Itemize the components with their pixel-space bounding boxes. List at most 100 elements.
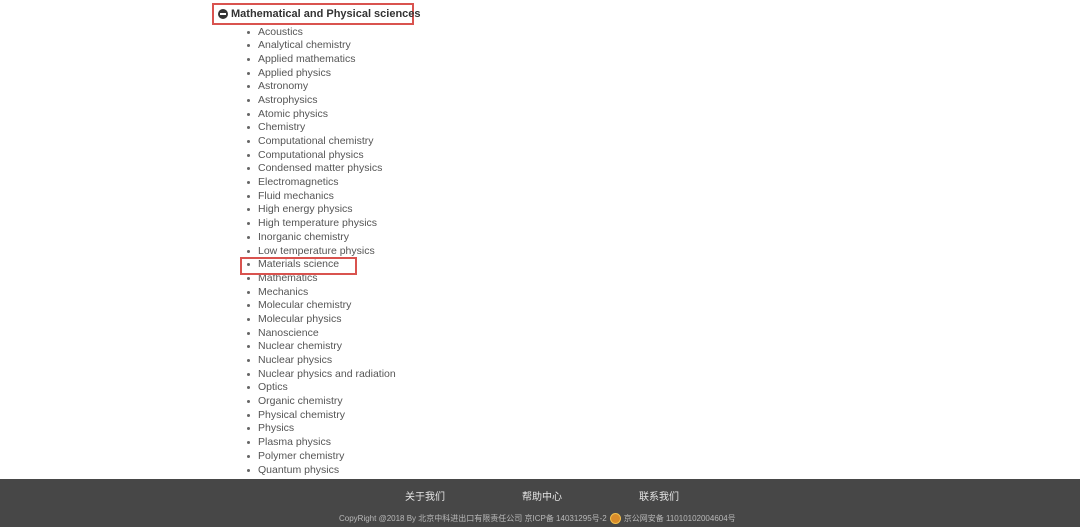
subject-label[interactable]: Electromagnetics xyxy=(258,176,339,188)
subject-label[interactable]: Fluid mechanics xyxy=(258,190,334,202)
subject-item[interactable]: Materials science xyxy=(244,258,396,272)
footer-copyright: CopyRight @2018 By 北京中科进出口有限责任公司 京ICP备 1… xyxy=(339,513,736,524)
subject-item[interactable]: Applied physics xyxy=(244,67,396,81)
subject-item[interactable]: Plasma physics xyxy=(244,436,396,450)
public-security-record-text[interactable]: 京公网安备 11010102004604号 xyxy=(624,513,736,524)
subject-label[interactable]: Physics xyxy=(258,422,294,434)
subject-label[interactable]: Astrophysics xyxy=(258,94,318,106)
subject-label[interactable]: Chemistry xyxy=(258,121,305,133)
bullet-icon xyxy=(247,112,250,116)
bullet-icon xyxy=(247,98,250,102)
bullet-icon xyxy=(247,276,250,280)
subject-label[interactable]: Applied mathematics xyxy=(258,53,355,65)
bullet-icon xyxy=(247,400,250,404)
subject-item[interactable]: Mathematics xyxy=(244,272,396,286)
subject-label[interactable]: Low temperature physics xyxy=(258,245,375,257)
subject-label[interactable]: Optics xyxy=(258,381,288,393)
police-badge-icon xyxy=(609,513,621,524)
subject-item[interactable]: Nuclear physics and radiation xyxy=(244,368,396,382)
subject-label[interactable]: Inorganic chemistry xyxy=(258,231,349,243)
subject-label[interactable]: Computational chemistry xyxy=(258,135,374,147)
footer-link-help-center[interactable]: 帮助中心 xyxy=(522,488,562,503)
subject-item[interactable]: Atomic physics xyxy=(244,108,396,122)
subject-item[interactable]: Nanoscience xyxy=(244,327,396,341)
subject-label[interactable]: Molecular physics xyxy=(258,313,341,325)
subject-item[interactable]: Applied mathematics xyxy=(244,53,396,67)
subject-label[interactable]: High temperature physics xyxy=(258,217,377,229)
bullet-icon xyxy=(247,222,250,226)
collapse-minus-icon[interactable] xyxy=(218,9,228,19)
subject-label[interactable]: Atomic physics xyxy=(258,108,328,120)
subject-item[interactable]: Mechanics xyxy=(244,286,396,300)
subject-label[interactable]: Nuclear chemistry xyxy=(258,340,342,352)
bullet-icon xyxy=(247,427,250,431)
bullet-icon xyxy=(247,359,250,362)
subject-label[interactable]: Condensed matter physics xyxy=(258,162,382,174)
subject-label[interactable]: Analytical chemistry xyxy=(258,39,351,51)
bullet-icon xyxy=(247,345,250,349)
bullet-icon xyxy=(247,263,250,267)
bullet-icon xyxy=(247,71,250,75)
subject-item[interactable]: Physics xyxy=(244,422,396,436)
subject-item[interactable]: Astronomy xyxy=(244,80,396,94)
subject-item[interactable]: Condensed matter physics xyxy=(244,162,396,176)
subject-item[interactable]: Polymer chemistry xyxy=(244,450,396,464)
subject-item[interactable]: Quantum physics xyxy=(244,464,396,478)
bullet-icon xyxy=(247,181,250,185)
subject-label[interactable]: Acoustics xyxy=(258,26,303,38)
bullet-icon xyxy=(247,454,250,458)
subject-label[interactable]: Mechanics xyxy=(258,286,308,298)
subject-item[interactable]: Molecular chemistry xyxy=(244,299,396,313)
footer-link-about-us[interactable]: 关于我们 xyxy=(405,488,445,503)
bullet-icon xyxy=(247,249,250,253)
subject-label[interactable]: Molecular chemistry xyxy=(258,299,351,311)
subject-item[interactable]: Fluid mechanics xyxy=(244,190,396,204)
subject-item[interactable]: Optics xyxy=(244,381,396,395)
subject-item[interactable]: Molecular physics xyxy=(244,313,396,327)
subject-item[interactable]: Nuclear physics xyxy=(244,354,396,368)
subject-item[interactable]: High energy physics xyxy=(244,203,396,217)
subject-label[interactable]: Plasma physics xyxy=(258,436,331,448)
page: Mathematical and Physical sciences Acous… xyxy=(0,0,1080,527)
subject-list: Acoustics Analytical chemistry Applied mat… xyxy=(244,26,396,478)
subject-item[interactable]: Computational chemistry xyxy=(244,135,396,149)
subject-item[interactable]: Inorganic chemistry xyxy=(244,231,396,245)
subject-label[interactable]: Nuclear physics xyxy=(258,354,332,366)
subject-label[interactable]: Nuclear physics and radiation xyxy=(258,368,396,380)
subject-item[interactable]: Physical chemistry xyxy=(244,409,396,423)
subject-label[interactable]: Nanoscience xyxy=(258,327,319,339)
footer-link-contact-us[interactable]: 联系我们 xyxy=(639,488,679,503)
subject-item[interactable]: High temperature physics xyxy=(244,217,396,231)
category-header-mathematical-physical-sciences[interactable]: Mathematical and Physical sciences xyxy=(212,3,421,25)
subject-label[interactable]: Organic chemistry xyxy=(258,395,343,407)
subject-label[interactable]: Polymer chemistry xyxy=(258,450,344,462)
bullet-icon xyxy=(247,468,250,472)
subject-label[interactable]: Quantum physics xyxy=(258,464,339,476)
subject-item[interactable]: Electromagnetics xyxy=(244,176,396,190)
subject-label[interactable]: Physical chemistry xyxy=(258,409,345,421)
bullet-icon xyxy=(247,235,250,239)
bullet-icon xyxy=(247,331,250,335)
subject-item[interactable]: Nuclear chemistry xyxy=(244,340,396,354)
subject-label[interactable]: Mathematics xyxy=(258,272,318,284)
subject-item[interactable]: Chemistry xyxy=(244,121,396,135)
subject-item[interactable]: Astrophysics xyxy=(244,94,396,108)
subject-label[interactable]: High energy physics xyxy=(258,203,353,215)
bullet-icon xyxy=(247,413,250,417)
subject-item[interactable]: Analytical chemistry xyxy=(244,39,396,53)
subject-label[interactable]: Applied physics xyxy=(258,67,331,79)
bullet-icon xyxy=(247,290,250,294)
category-title: Mathematical and Physical sciences xyxy=(231,8,421,20)
subject-item[interactable]: Organic chemistry xyxy=(244,395,396,409)
subject-label[interactable]: Computational physics xyxy=(258,149,364,161)
subject-item[interactable]: Computational physics xyxy=(244,149,396,163)
bullet-icon xyxy=(247,167,250,171)
subject-label[interactable]: Materials science xyxy=(258,258,339,270)
subject-item[interactable]: Low temperature physics xyxy=(244,245,396,259)
bullet-icon xyxy=(247,140,250,143)
bullet-icon xyxy=(247,441,250,445)
bullet-icon xyxy=(247,304,250,308)
bullet-icon xyxy=(247,126,250,130)
subject-label[interactable]: Astronomy xyxy=(258,80,308,92)
subject-item[interactable]: Acoustics xyxy=(244,26,396,40)
